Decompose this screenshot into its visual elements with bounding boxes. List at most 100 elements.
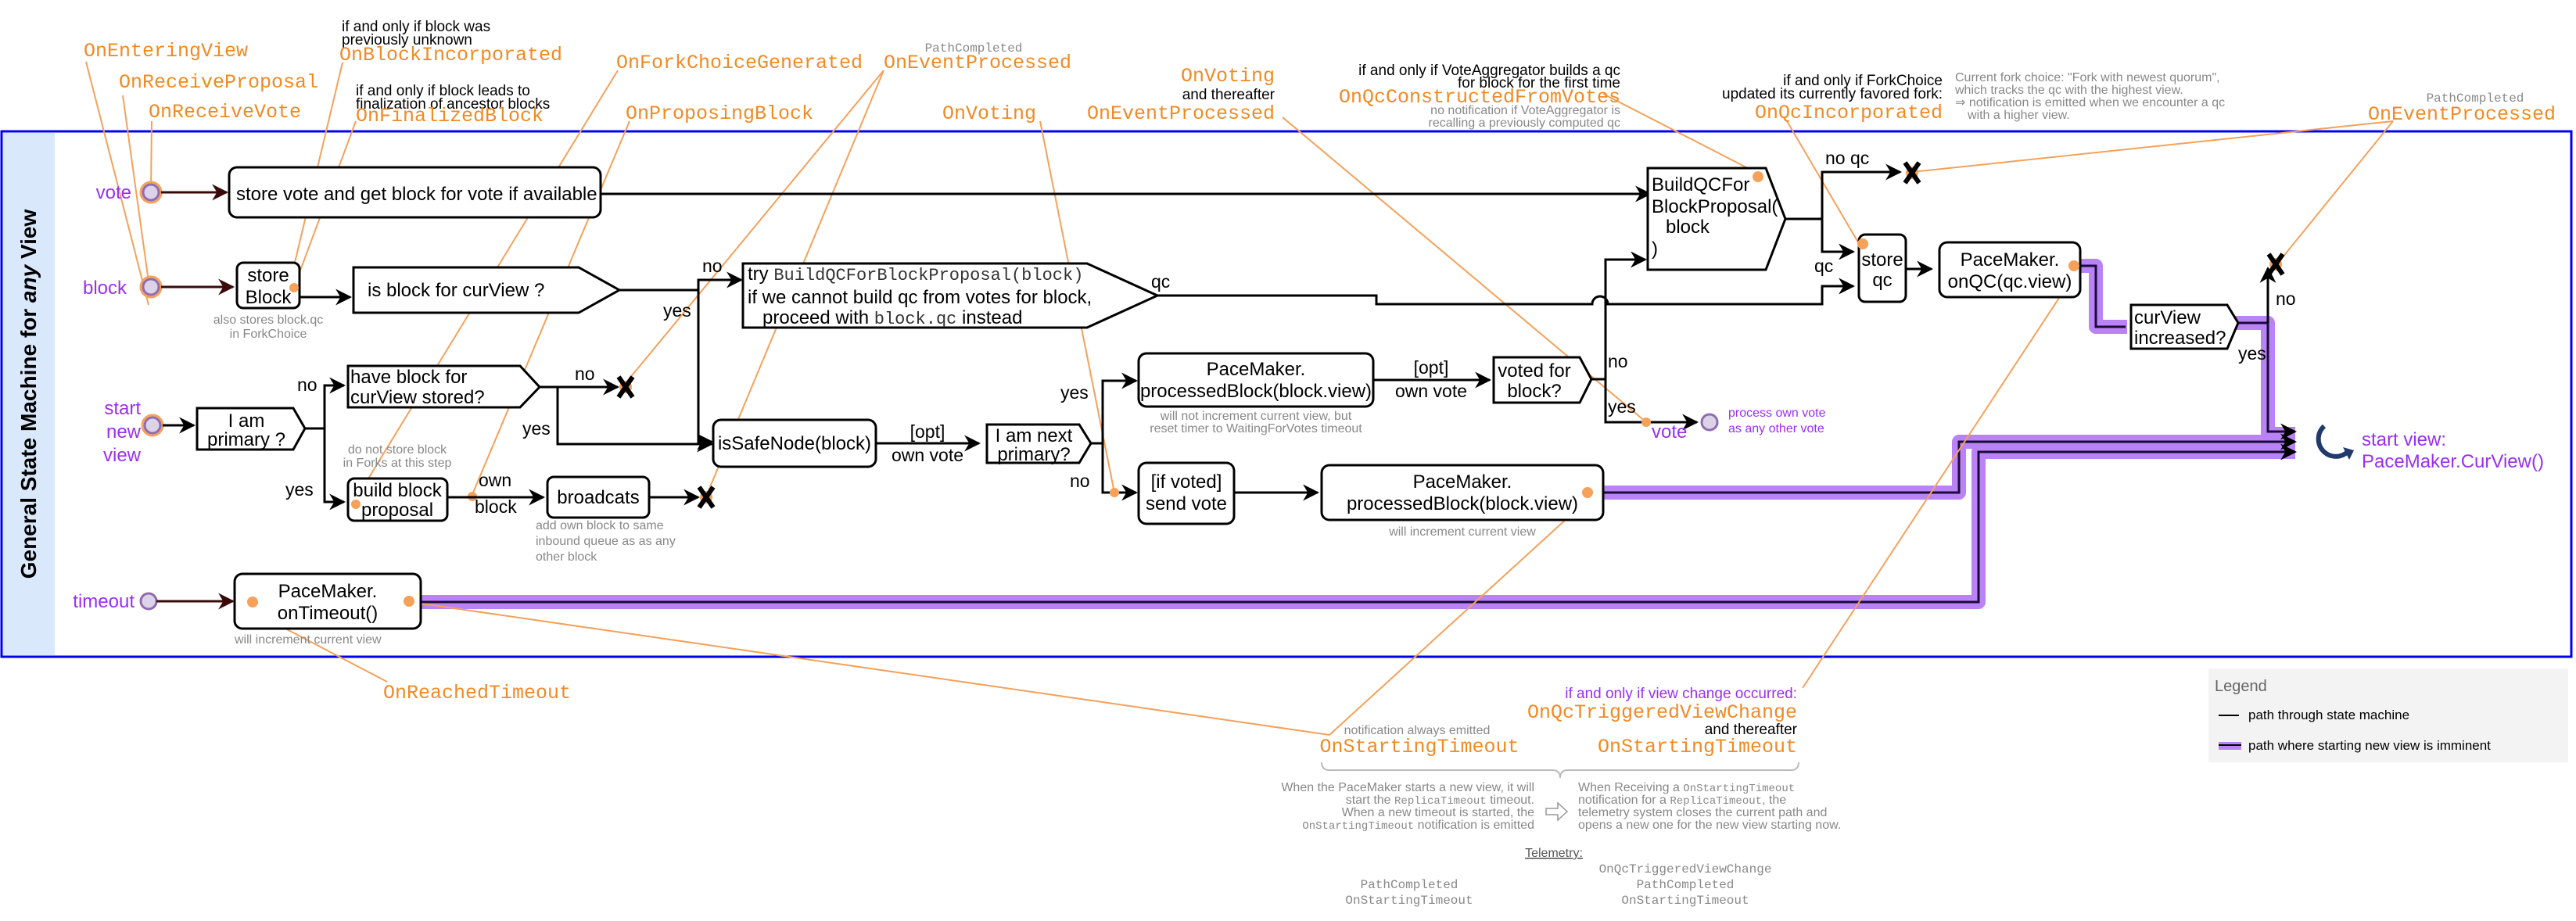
svg-text:recalling a previously compute: recalling a previously computed qc: [1429, 116, 1620, 130]
svg-text:processedBlock(block.view): processedBlock(block.view): [1347, 493, 1578, 514]
event-on-voting-1: OnVoting: [942, 102, 1036, 125]
event-on-event-processed-1: OnEventProcessed: [884, 52, 1071, 74]
svg-text:increased?: increased?: [2134, 328, 2226, 349]
start-node-icon: [143, 416, 162, 435]
brace: [1321, 762, 1799, 779]
event-on-block-incorporated: OnBlockIncorporated: [339, 44, 562, 66]
svg-text:which tracks the qc with the h: which tracks the qc with the highest vie…: [1954, 84, 2183, 97]
svg-text:also stores block.qc: also stores block.qc: [213, 314, 324, 327]
svg-text:yes: yes: [2238, 343, 2266, 364]
event-on-starting-timeout-2: OnStartingTimeout: [1598, 736, 1797, 758]
svg-text:in ForkChoice: in ForkChoice: [230, 328, 307, 341]
svg-text:isSafeNode(block): isSafeNode(block): [718, 433, 871, 454]
svg-text:have block for: have block for: [350, 367, 467, 388]
legend-item-plain: path through state machine: [2248, 708, 2409, 722]
svg-text:opens a new one for the new vi: opens a new one for the new view startin…: [1578, 819, 1841, 832]
svg-text:in Forks at this step: in Forks at this step: [343, 457, 452, 470]
svg-text:telemetry system closes the cu: telemetry system closes the current path…: [1578, 806, 1827, 819]
svg-text:qc: qc: [1151, 271, 1170, 292]
svg-text:own vote: own vote: [1395, 381, 1467, 401]
svg-text:Block: Block: [246, 287, 292, 308]
start-node-icon: [1700, 413, 1719, 432]
svg-text:as any other vote: as any other vote: [1728, 422, 1824, 435]
svg-text:no notification if VoteAggrega: no notification if VoteAggregator is: [1430, 104, 1620, 117]
svg-text:broadcats: broadcats: [557, 487, 639, 508]
svg-text:yes: yes: [663, 300, 691, 321]
svg-text:if and only if view change occ: if and only if view change occurred:: [1565, 686, 1797, 702]
telemetry-heading: Telemetry:: [1525, 847, 1583, 860]
svg-text:OnQcTriggeredViewChange: OnQcTriggeredViewChange: [1599, 862, 1772, 876]
svg-text:no: no: [1070, 471, 1090, 491]
svg-text:block: block: [475, 496, 517, 517]
start-node-icon: [142, 278, 160, 296]
svg-text:PaceMaker.CurView(): PaceMaker.CurView(): [2362, 451, 2544, 472]
event-on-event-processed-2: OnEventProcessed: [1087, 102, 1275, 125]
svg-text:add own block to same: add own block to same: [536, 519, 664, 532]
svg-text:store vote and get block for v: store vote and get block for vote if ava…: [236, 184, 597, 205]
svg-text:own: own: [479, 470, 511, 490]
svg-text:try BuildQCForBlockProposal(bl: try BuildQCForBlockProposal(block): [748, 263, 1083, 285]
svg-text:processedBlock(block.view): processedBlock(block.view): [1140, 381, 1372, 402]
event-on-finalized-block: OnFinalizedBlock: [356, 105, 544, 127]
svg-text:vote: vote: [1652, 421, 1687, 443]
event-on-receive-vote: OnReceiveVote: [149, 101, 301, 124]
event-labels-top: OnEnteringView OnReceiveProposal OnRecei…: [84, 19, 2556, 130]
svg-text:⇒ notification is emitted when: ⇒ notification is emitted when we encoun…: [1955, 96, 2225, 109]
svg-text:PaceMaker.: PaceMaker.: [1413, 471, 1512, 493]
svg-text:start view:: start view:: [2362, 429, 2446, 450]
svg-text:other block: other block: [536, 550, 597, 564]
event-on-reached-timeout: OnReachedTimeout: [383, 682, 571, 704]
svg-text:block: block: [1666, 217, 1710, 238]
svg-text:no: no: [297, 374, 318, 395]
svg-text:PaceMaker.: PaceMaker.: [1961, 249, 2060, 271]
svg-text:proceed with block.qc instead: proceed with block.qc instead: [762, 307, 1022, 329]
svg-text:do not store block: do not store block: [348, 443, 447, 457]
state-machine-diagram: General State Machine for any View vote …: [0, 19, 2573, 908]
svg-text:Current fork choice: "Fork wit: Current fork choice: "Fork with newest q…: [1955, 71, 2220, 84]
svg-text:new: new: [106, 421, 142, 443]
svg-text:yes: yes: [1608, 396, 1636, 417]
svg-text:[opt]: [opt]: [910, 421, 945, 442]
event-on-event-processed-3: OnEventProcessed: [2368, 103, 2556, 126]
event-labels-bottom: OnReachedTimeout notification always emi…: [383, 682, 1841, 908]
svg-text:PaceMaker.: PaceMaker.: [278, 581, 378, 602]
event-on-fork-choice-generated: OnForkChoiceGenerated: [616, 52, 863, 74]
start-node-icon: [139, 592, 158, 611]
svg-text:updated its currently favored: updated its currently favored fork:: [1722, 86, 1943, 102]
svg-text:voted for: voted for: [1498, 360, 1570, 382]
svg-text:no: no: [2276, 288, 2296, 309]
svg-text:inbound queue as as any: inbound queue as as any: [536, 535, 676, 548]
svg-text:yes: yes: [522, 418, 551, 439]
svg-text:onQC(qc.view): onQC(qc.view): [1948, 271, 2072, 292]
svg-text:[opt]: [opt]: [1414, 357, 1449, 378]
svg-text:store: store: [1861, 249, 1903, 271]
svg-text:no: no: [702, 256, 723, 276]
svg-text:BlockProposal(: BlockProposal(: [1652, 196, 1778, 217]
svg-text:curView: curView: [2134, 307, 2201, 328]
svg-text:): ): [1652, 238, 1658, 260]
event-on-voting-2: OnVoting: [1181, 65, 1275, 88]
svg-text:OnStartingTimeout: OnStartingTimeout: [1345, 894, 1473, 908]
svg-text:will increment current view: will increment current view: [234, 633, 382, 647]
event-on-receive-proposal: OnReceiveProposal: [119, 71, 318, 94]
svg-text:no: no: [1608, 351, 1628, 371]
svg-text:build block: build block: [353, 480, 442, 501]
event-on-starting-timeout-1: OnStartingTimeout: [1319, 736, 1519, 758]
svg-text:with a higher view.: with a higher view.: [1967, 109, 2070, 122]
svg-text:process own vote: process own vote: [1728, 407, 1826, 420]
start-node-icon: [142, 183, 160, 202]
svg-text:timeout: timeout: [73, 591, 135, 612]
svg-text:block?: block?: [1507, 381, 1561, 402]
event-on-qc-incorporated: OnQcIncorporated: [1755, 102, 1943, 124]
input-vote-label: vote: [96, 182, 131, 203]
svg-text:BuildQCFor: BuildQCFor: [1652, 174, 1749, 195]
arrow-right-icon: [1545, 801, 1569, 822]
svg-text:yes: yes: [1060, 382, 1089, 403]
svg-text:[if voted]: [if voted]: [1151, 471, 1222, 493]
svg-text:I am next: I am next: [996, 425, 1073, 446]
svg-text:no qc: no qc: [1825, 148, 1869, 168]
legend-item-highlight: path where starting new view is imminent: [2248, 738, 2491, 753]
svg-text:When a new timeout is started,: When a new timeout is started, the: [1342, 806, 1534, 819]
svg-text:and thereafter: and thereafter: [1182, 87, 1275, 103]
svg-text:I am: I am: [228, 410, 265, 432]
